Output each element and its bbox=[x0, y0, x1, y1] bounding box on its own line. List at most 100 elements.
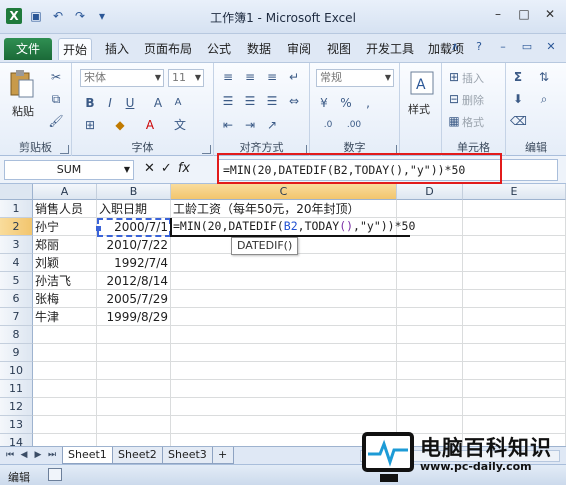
workbook-restore-icon[interactable]: ▭ bbox=[520, 40, 534, 54]
cell[interactable] bbox=[171, 254, 397, 272]
enter-icon[interactable]: ✓ bbox=[161, 161, 172, 176]
worksheet-grid[interactable]: A B C D E 1 销售人员 入职日期 工龄工资（每年50元，20年封顶） 2 孙宁 2… bbox=[0, 184, 566, 446]
cell[interactable] bbox=[463, 254, 566, 272]
fill-color-icon[interactable]: ◆ bbox=[112, 117, 128, 133]
cell[interactable]: 郑丽 bbox=[33, 236, 97, 254]
cell[interactable] bbox=[397, 362, 463, 380]
row-header[interactable]: 11 bbox=[0, 380, 33, 398]
cell[interactable] bbox=[463, 218, 566, 236]
cell[interactable] bbox=[97, 344, 171, 362]
cell[interactable] bbox=[97, 326, 171, 344]
insert-cells-icon[interactable]: ⊞ bbox=[446, 69, 462, 85]
minimize-icon[interactable]: – bbox=[490, 6, 506, 22]
percent-icon[interactable]: % bbox=[338, 95, 354, 111]
workbook-close-icon[interactable]: ✕ bbox=[544, 40, 558, 54]
cancel-icon[interactable]: ✕ bbox=[144, 161, 155, 176]
increase-font-icon[interactable]: A bbox=[150, 95, 166, 111]
cell[interactable]: 孙宁 bbox=[33, 218, 97, 236]
cell[interactable]: 销售人员 bbox=[33, 200, 97, 218]
sheet-tab-2[interactable]: Sheet2 bbox=[112, 447, 163, 464]
cell[interactable] bbox=[171, 398, 397, 416]
cell[interactable] bbox=[171, 344, 397, 362]
insert-function-icon[interactable]: fx bbox=[178, 161, 190, 176]
cell[interactable] bbox=[397, 380, 463, 398]
font-color-icon[interactable]: A bbox=[142, 117, 158, 133]
last-sheet-icon[interactable]: ⏭ bbox=[46, 449, 58, 461]
find-icon[interactable]: ⌕ bbox=[536, 91, 552, 107]
tab-file[interactable]: 文件 bbox=[4, 38, 52, 60]
fill-icon[interactable]: ⬇ bbox=[510, 91, 526, 107]
row-header[interactable]: 14 bbox=[0, 434, 33, 446]
cell[interactable] bbox=[97, 362, 171, 380]
new-sheet-icon[interactable]: + bbox=[212, 447, 234, 464]
row-header[interactable]: 2 bbox=[0, 218, 33, 236]
cell[interactable] bbox=[397, 272, 463, 290]
tab-insert[interactable]: 插入 bbox=[100, 38, 134, 60]
delete-cells-icon[interactable]: ⊟ bbox=[446, 91, 462, 107]
macro-record-icon[interactable] bbox=[48, 468, 62, 481]
cell[interactable] bbox=[97, 434, 171, 446]
tab-page-layout[interactable]: 页面布局 bbox=[140, 38, 196, 60]
row-header[interactable]: 1 bbox=[0, 200, 33, 218]
row-header[interactable]: 13 bbox=[0, 416, 33, 434]
delete-cells-label[interactable]: 删除 bbox=[462, 92, 484, 108]
cell[interactable] bbox=[171, 326, 397, 344]
column-header-d[interactable]: D bbox=[397, 184, 463, 200]
merge-center-icon[interactable]: ⇔ bbox=[286, 93, 302, 109]
bold-icon[interactable]: B bbox=[82, 95, 98, 111]
cell[interactable]: 牛津 bbox=[33, 308, 97, 326]
cell[interactable] bbox=[97, 398, 171, 416]
cell[interactable] bbox=[171, 290, 397, 308]
align-bottom-icon[interactable]: ≡ bbox=[264, 69, 280, 85]
cell[interactable] bbox=[397, 326, 463, 344]
orientation-icon[interactable]: ↗ bbox=[264, 117, 280, 133]
cell[interactable] bbox=[463, 326, 566, 344]
prev-sheet-icon[interactable]: ◀ bbox=[18, 449, 30, 461]
tab-developer[interactable]: 开发工具 bbox=[362, 38, 418, 60]
cell[interactable] bbox=[33, 362, 97, 380]
cell[interactable] bbox=[463, 344, 566, 362]
row-header[interactable]: 4 bbox=[0, 254, 33, 272]
increase-decimal-icon[interactable]: .0 bbox=[320, 117, 336, 133]
row-header[interactable]: 9 bbox=[0, 344, 33, 362]
font-name-combo[interactable]: 宋体 ▼ bbox=[80, 69, 164, 87]
row-header[interactable]: 10 bbox=[0, 362, 33, 380]
cell[interactable] bbox=[33, 326, 97, 344]
workbook-minimize-icon[interactable]: – bbox=[496, 40, 510, 54]
tab-review[interactable]: 审阅 bbox=[282, 38, 316, 60]
close-icon[interactable]: ✕ bbox=[542, 6, 558, 22]
cell[interactable] bbox=[463, 290, 566, 308]
format-cells-icon[interactable]: ▦ bbox=[446, 113, 462, 129]
column-header-c[interactable]: C bbox=[171, 184, 397, 200]
cell[interactable] bbox=[171, 380, 397, 398]
reference-handle[interactable] bbox=[96, 226, 101, 231]
row-header[interactable]: 6 bbox=[0, 290, 33, 308]
cell[interactable] bbox=[397, 236, 463, 254]
font-size-combo[interactable]: 11 ▼ bbox=[168, 69, 204, 87]
tab-home[interactable]: 开始 bbox=[58, 38, 92, 60]
function-tooltip[interactable]: DATEDIF() bbox=[231, 237, 299, 255]
column-header-a[interactable]: A bbox=[33, 184, 97, 200]
cell-editor-c2[interactable]: =MIN(20,DATEDIF(B2,TODAY(),"y"))*50 bbox=[170, 218, 415, 237]
clear-icon[interactable]: ⌫ bbox=[510, 113, 527, 129]
cell[interactable]: 孙洁飞 bbox=[33, 272, 97, 290]
increase-indent-icon[interactable]: ⇥ bbox=[242, 117, 258, 133]
cell[interactable] bbox=[463, 398, 566, 416]
italic-icon[interactable]: I bbox=[102, 95, 118, 111]
tab-formulas[interactable]: 公式 bbox=[202, 38, 236, 60]
align-right-icon[interactable]: ☰ bbox=[264, 93, 280, 109]
cell[interactable] bbox=[397, 308, 463, 326]
font-dialog-launcher-icon[interactable] bbox=[202, 145, 211, 154]
paste-label[interactable]: 粘贴 bbox=[12, 103, 34, 119]
cell[interactable] bbox=[171, 272, 397, 290]
decrease-font-icon[interactable]: A bbox=[170, 95, 186, 111]
clipboard-dialog-launcher-icon[interactable] bbox=[60, 145, 69, 154]
sheet-tab-3[interactable]: Sheet3 bbox=[162, 447, 213, 464]
cell[interactable] bbox=[97, 380, 171, 398]
maximize-icon[interactable]: □ bbox=[516, 6, 532, 22]
row-header[interactable]: 3 bbox=[0, 236, 33, 254]
border-icon[interactable]: ⊞ bbox=[82, 117, 98, 133]
format-cells-label[interactable]: 格式 bbox=[462, 114, 484, 130]
cell[interactable]: 2012/8/14 bbox=[97, 272, 171, 290]
comma-icon[interactable]: , bbox=[360, 95, 376, 111]
